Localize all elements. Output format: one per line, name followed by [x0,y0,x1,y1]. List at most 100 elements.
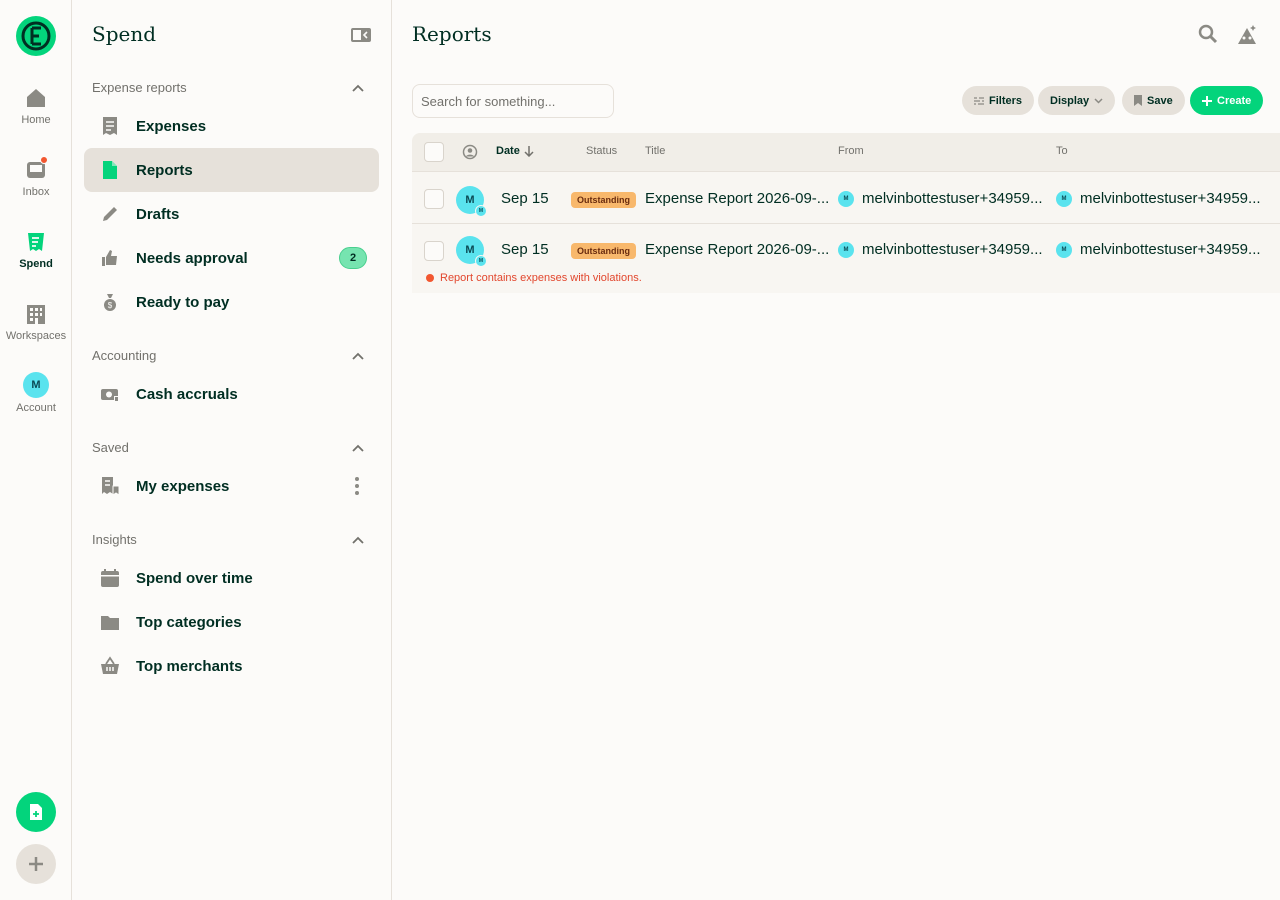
account-avatar: M [23,372,49,398]
svg-text:$: $ [108,301,113,310]
row-checkbox[interactable] [424,189,444,209]
display-label: Display [1050,94,1090,107]
from-column-header[interactable]: From [838,145,864,157]
violation-text: Report contains expenses with violations… [440,272,642,284]
basket-icon [100,656,120,676]
search-icon[interactable] [1198,24,1218,44]
violation-dot-icon [426,274,434,282]
submitter-avatar: M M [456,186,487,217]
sidebar-item-my-expenses[interactable]: My expenses [84,464,379,508]
add-button[interactable] [16,844,56,884]
section-accounting-label: Accounting [92,348,157,363]
plus-icon [29,857,43,871]
display-button[interactable]: Display [1038,86,1116,115]
violation-message: Report contains expenses with violations… [426,272,642,284]
rail-inbox-label: Inbox [22,186,50,198]
main-content: Reports Filters Display Save Create Date [392,0,1280,900]
sidebar-item-top-categories[interactable]: Top categories [84,600,379,644]
receipt-icon [24,230,48,254]
title-column-header[interactable]: Title [645,145,665,157]
chevron-up-icon [352,352,364,360]
spend-sidebar: Spend Expense reports Expenses Reports D… [72,0,392,900]
user-column-icon [462,144,478,160]
money-bag-icon: $ [100,292,120,312]
logo-icon [21,21,51,51]
calendar-icon [100,568,120,588]
from-email: melvinbottestuser+34959... [862,241,1043,258]
filters-label: Filters [989,94,1023,107]
save-label: Save [1147,94,1173,107]
sidebar-item-label: Spend over time [136,569,253,587]
concierge-icon[interactable] [1236,24,1258,46]
select-all-checkbox[interactable] [424,142,444,162]
sidebar-item-label: Ready to pay [136,293,230,311]
rail-spend[interactable]: Spend [0,230,72,270]
section-saved-label: Saved [92,440,129,455]
sidebar-item-drafts[interactable]: Drafts [84,192,379,236]
create-label: Create [1217,94,1252,107]
rail-inbox[interactable]: Inbox [0,156,72,198]
approver-avatar: M [475,205,487,217]
filters-button[interactable]: Filters [962,86,1035,115]
section-expense-reports[interactable]: Expense reports [92,80,364,95]
save-button[interactable]: Save [1122,86,1185,115]
sidebar-item-label: Cash accruals [136,385,238,403]
date-column-header[interactable]: Date [496,145,534,157]
sidebar-item-reports[interactable]: Reports [84,148,379,192]
date-column-label: Date [496,145,520,157]
sidebar-item-spend-over-time[interactable]: Spend over time [84,556,379,600]
chevron-up-icon [352,84,364,92]
more-options-icon[interactable] [355,476,359,496]
arrow-down-icon [524,145,534,157]
filter-icon [974,96,984,105]
status-badge: Outstanding [571,192,636,208]
row-to: M melvinbottestuser+34959... [1056,241,1261,258]
rail-home[interactable]: Home [0,86,72,126]
row-date: Sep 15 [501,190,549,207]
sidebar-item-expenses[interactable]: Expenses [84,104,379,148]
sidebar-item-top-merchants[interactable]: Top merchants [84,644,379,688]
from-avatar: M [838,190,854,207]
table-row[interactable]: M M Sep 15 Outstanding Expense Report 20… [412,223,1280,293]
document-icon [100,160,120,180]
rail-workspaces-label: Workspaces [5,330,67,342]
sidebar-item-label: Reports [136,161,193,179]
building-icon [24,302,48,326]
avatar-initial: M [465,194,475,206]
to-column-header[interactable]: To [1056,145,1068,157]
sidebar-item-label: Top merchants [136,657,243,675]
search-input[interactable] [412,84,614,118]
to-avatar: M [1056,241,1072,258]
rail-home-label: Home [21,114,51,126]
table-header: Date Status Title From To [412,133,1280,171]
thumbs-up-icon [100,248,120,268]
sidebar-item-label: My expenses [136,477,230,495]
sidebar-item-ready-to-pay[interactable]: $ Ready to pay [84,280,379,324]
submitter-avatar: M M [456,236,487,267]
section-insights[interactable]: Insights [92,532,364,547]
avatar-initial: M [465,244,475,256]
create-button[interactable]: Create [1190,86,1264,115]
chevron-up-icon [352,536,364,544]
sidebar-item-cash-accruals[interactable]: Cash accruals [84,372,379,416]
sidebar-item-needs-approval[interactable]: Needs approval 2 [84,236,379,280]
section-insights-label: Insights [92,532,137,547]
folder-icon [100,612,120,632]
section-accounting[interactable]: Accounting [92,348,364,363]
row-to: M melvinbottestuser+34959... [1056,190,1261,207]
collapse-sidebar-button[interactable] [350,26,372,44]
row-checkbox[interactable] [424,241,444,261]
sidebar-item-label: Expenses [136,117,207,135]
status-column-header[interactable]: Status [586,145,617,157]
rail-account[interactable]: M Account [0,372,72,414]
cash-icon [100,384,120,404]
from-email: melvinbottestuser+34959... [862,190,1043,207]
table-row[interactable]: M M Sep 15 Outstanding Expense Report 20… [412,171,1280,223]
rail-workspaces[interactable]: Workspaces [0,302,72,342]
chevron-up-icon [352,444,364,452]
section-saved[interactable]: Saved [92,440,364,455]
left-rail: Home Inbox Spend Workspaces M Account [0,0,72,900]
quick-action-button[interactable] [16,792,56,832]
rail-account-label: Account [16,402,56,414]
expensify-logo[interactable] [16,16,56,56]
